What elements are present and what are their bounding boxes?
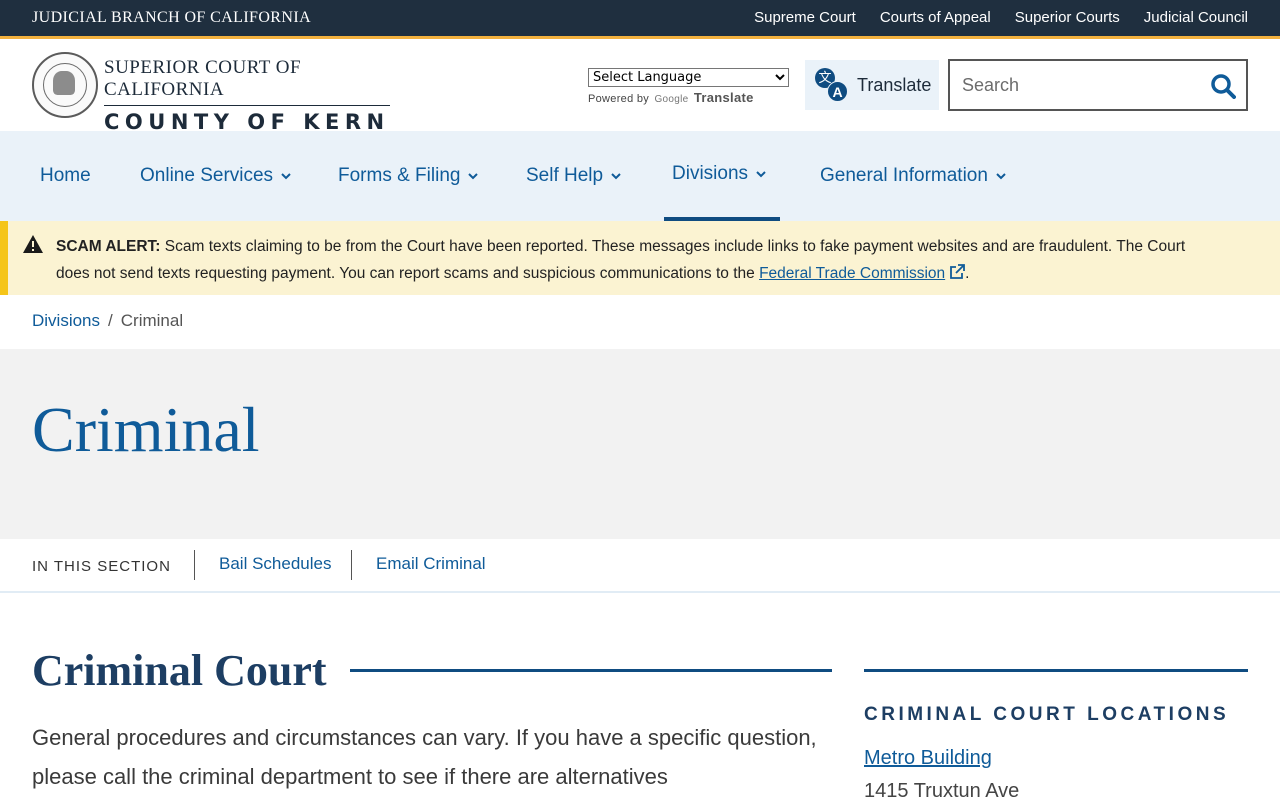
external-link-icon: [950, 264, 966, 279]
in-this-section-label: IN THIS SECTION: [32, 558, 171, 575]
section-divider: [194, 550, 195, 580]
breadcrumb-current: Criminal: [120, 311, 184, 330]
nav-divisions-label: Divisions: [672, 163, 749, 184]
nav-forms-filing-label: Forms & Filing: [338, 165, 461, 186]
sidebar-heading: CRIMINAL COURT LOCATIONS: [864, 704, 1230, 725]
chevron-down-icon: [996, 173, 1006, 180]
ftc-link-label: Federal Trade Commission: [759, 265, 946, 282]
top-utility-bar: JUDICIAL BRANCH OF CALIFORNIA Supreme Co…: [0, 0, 1280, 36]
link-judicial-council[interactable]: Judicial Council: [1144, 9, 1248, 26]
content-heading: Criminal Court: [32, 646, 327, 695]
nav-forms-filing[interactable]: Forms & Filing: [338, 131, 479, 221]
powered-by-google: Powered by Google Translate: [588, 90, 789, 105]
seal-figure: [53, 71, 75, 95]
chevron-down-icon: [281, 173, 291, 180]
section-divider: [351, 550, 352, 580]
search-icon[interactable]: [1210, 73, 1236, 99]
scam-alert-message: SCAM ALERT: Scam texts claiming to be fr…: [56, 233, 1196, 287]
site-name-line1: SUPERIOR COURT OF CALIFORNIA: [104, 57, 390, 106]
scam-alert-end: .: [965, 265, 970, 282]
translate-button-label: Translate: [857, 74, 932, 95]
court-seal-logo[interactable]: [32, 52, 98, 118]
powered-by-text: Powered by: [588, 93, 650, 105]
nav-divisions[interactable]: Divisions: [664, 131, 780, 221]
scam-alert-title: SCAM ALERT:: [56, 238, 161, 255]
site-name[interactable]: SUPERIOR COURT OF CALIFORNIA COUNTY OF K…: [104, 57, 390, 134]
google-translate-widget: Select Language Powered by Google Transl…: [588, 68, 789, 105]
content-heading-rule: [350, 669, 832, 672]
nav-home[interactable]: Home: [40, 131, 91, 221]
content-paragraph: General procedures and circumstances can…: [32, 725, 817, 789]
section-link-bail-schedules[interactable]: Bail Schedules: [219, 554, 331, 574]
nav-general-information-label: General Information: [820, 165, 988, 186]
nav-self-help-label: Self Help: [526, 165, 604, 186]
breadcrumb-divisions[interactable]: Divisions: [32, 311, 100, 331]
translate-button[interactable]: 文 A Translate: [805, 60, 939, 110]
link-courts-of-appeal[interactable]: Courts of Appeal: [880, 9, 991, 26]
breadcrumb: Divisions / Criminal: [32, 311, 183, 331]
chevron-down-icon: [468, 173, 479, 180]
nav-general-information[interactable]: General Information: [820, 131, 1006, 221]
google-logo-text: Google: [654, 94, 689, 105]
translate-icon: 文 A: [815, 68, 849, 102]
search-input[interactable]: [950, 61, 1200, 109]
google-translate-text[interactable]: Translate: [694, 90, 754, 105]
ftc-link[interactable]: Federal Trade Commission: [759, 264, 966, 282]
nav-home-label: Home: [40, 165, 91, 186]
breadcrumb-separator: /: [108, 311, 113, 330]
warning-icon: [23, 235, 43, 253]
page-title: Criminal: [32, 394, 260, 465]
section-link-email-criminal[interactable]: Email Criminal: [376, 554, 486, 574]
chevron-down-icon: [756, 171, 766, 178]
in-this-section-nav: IN THIS SECTION Bail Schedules Email Cri…: [0, 539, 1280, 593]
sidebar-rule: [864, 669, 1248, 672]
nav-online-services-label: Online Services: [140, 165, 274, 186]
scam-alert-text: Scam texts claiming to be from the Court…: [56, 238, 1186, 282]
language-select[interactable]: Select Language: [588, 68, 789, 87]
search-box: [948, 59, 1248, 111]
judicial-branch-brand[interactable]: JUDICIAL BRANCH OF CALIFORNIA: [32, 9, 311, 27]
nav-self-help[interactable]: Self Help: [526, 131, 621, 221]
scam-alert-banner: SCAM ALERT: Scam texts claiming to be fr…: [0, 221, 1280, 295]
chevron-down-icon: [611, 173, 621, 180]
main-navigation: Home Online Services Forms & Filing Self…: [0, 131, 1280, 221]
top-links: Supreme Court Courts of Appeal Superior …: [754, 9, 1248, 26]
site-header: SUPERIOR COURT OF CALIFORNIA COUNTY OF K…: [0, 39, 1280, 134]
link-supreme-court[interactable]: Supreme Court: [754, 9, 856, 26]
nav-online-services[interactable]: Online Services: [140, 131, 291, 221]
link-superior-courts[interactable]: Superior Courts: [1015, 9, 1120, 26]
location-link-metro-building[interactable]: Metro Building: [864, 747, 992, 770]
page-hero: Criminal: [0, 349, 1280, 539]
